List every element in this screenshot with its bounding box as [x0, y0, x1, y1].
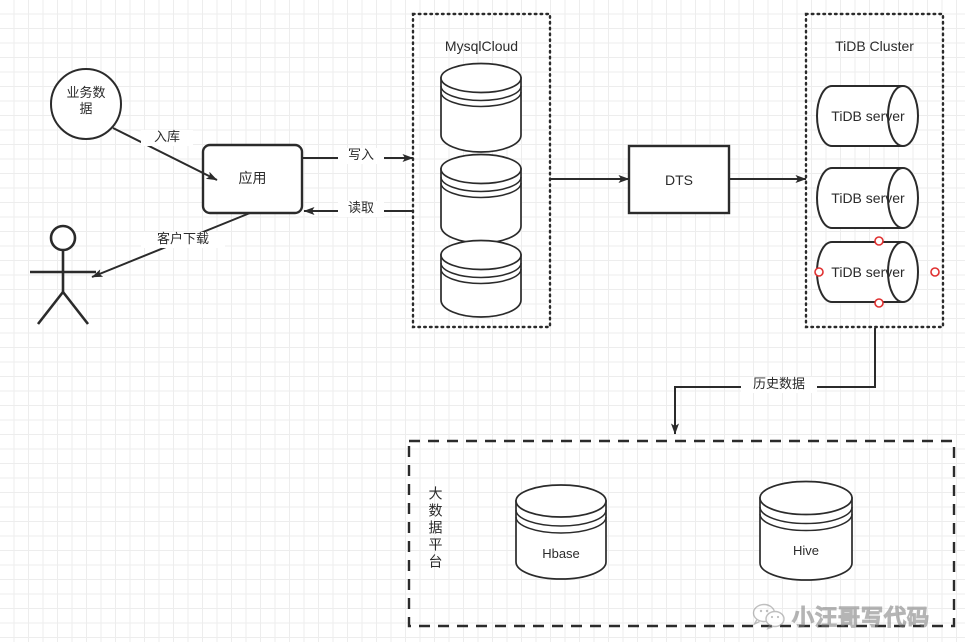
handle-bottom [874, 298, 884, 308]
group-mysql-cloud-title: MysqlCloud [444, 38, 519, 54]
diagram-canvas: 业务数 据 应用 DTS MysqlCloud TiDB Cluster TiD… [0, 0, 965, 642]
node-business-data-label: 业务数 据 [66, 86, 106, 118]
node-application-label: 应用 [238, 171, 267, 187]
edge-history-label: 历史数据 [741, 377, 817, 394]
hbase-label: Hbase [542, 546, 580, 561]
edge-download-label: 客户下载 [141, 232, 225, 249]
mysql-db-cylinder-1[interactable] [440, 62, 522, 153]
group-mysql-cloud[interactable] [411, 12, 552, 329]
tidb-server-1-label: TiDB server [831, 108, 905, 124]
mysql-db-cylinder-3[interactable] [440, 239, 522, 318]
node-actor[interactable] [30, 224, 96, 325]
hive-label: Hive [792, 543, 819, 558]
edge-ingest-label: 入库 [141, 130, 193, 147]
node-dts-label: DTS [665, 172, 693, 188]
hive-cylinder[interactable] [759, 480, 853, 581]
bigdata-platform-border [407, 439, 956, 628]
tidb-server-3-label: TiDB server [831, 264, 905, 280]
group-tidb-cluster-title: TiDB Cluster [835, 38, 914, 54]
edge-write-label: 写入 [338, 148, 384, 165]
group-bigdata-platform-title: 大数据平台 [426, 485, 443, 571]
handle-top [874, 236, 884, 246]
edge-read-label: 读取 [338, 201, 384, 218]
group-bigdata-platform[interactable] [407, 439, 956, 628]
tidb-server-2-label: TiDB server [831, 190, 905, 206]
handle-right [930, 267, 940, 277]
mysql-db-cylinder-2[interactable] [440, 153, 522, 244]
hbase-cylinder[interactable] [515, 484, 607, 580]
